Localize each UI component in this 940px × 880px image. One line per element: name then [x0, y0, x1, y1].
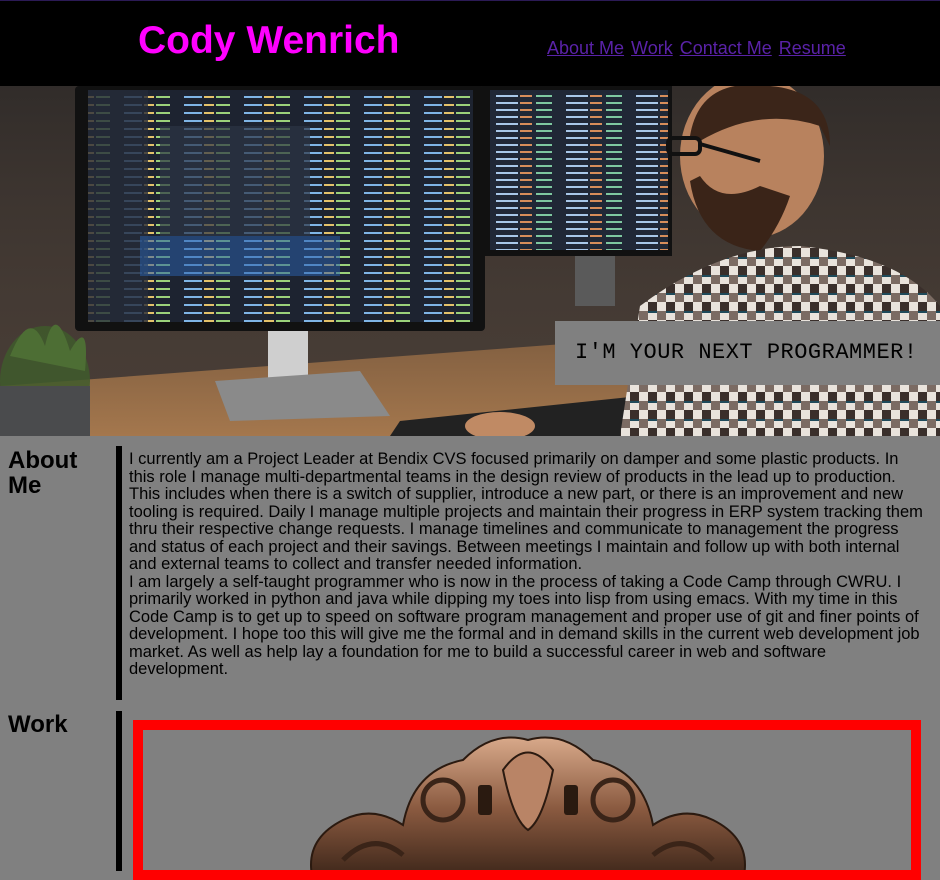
ornament-image — [310, 736, 746, 870]
about-paragraph: I currently am a Project Leader at Bendi… — [129, 450, 923, 573]
main-nav: About Me Work Contact Me Resume — [547, 38, 846, 59]
nav-link-contact-me[interactable]: Contact Me — [680, 38, 772, 59]
nav-link-about-me[interactable]: About Me — [547, 38, 624, 59]
nav-link-work[interactable]: Work — [631, 38, 673, 59]
work-section-title: Work — [8, 711, 68, 738]
about-section-title: About Me — [8, 447, 78, 499]
work-project-card[interactable] — [133, 720, 921, 880]
about-section-body: I currently am a Project Leader at Bendi… — [116, 446, 926, 700]
hero-tagline: I'M YOUR NEXT PROGRAMMER! — [555, 321, 940, 385]
hero-banner: I'M YOUR NEXT PROGRAMMER! — [0, 86, 940, 436]
nav-link-resume[interactable]: Resume — [779, 38, 846, 59]
about-paragraph: I am largely a self-taught programmer wh… — [129, 572, 920, 678]
brand-title: Cody Wenrich — [138, 19, 400, 62]
site-header: Cody Wenrich About Me Work Contact Me Re… — [0, 0, 940, 86]
